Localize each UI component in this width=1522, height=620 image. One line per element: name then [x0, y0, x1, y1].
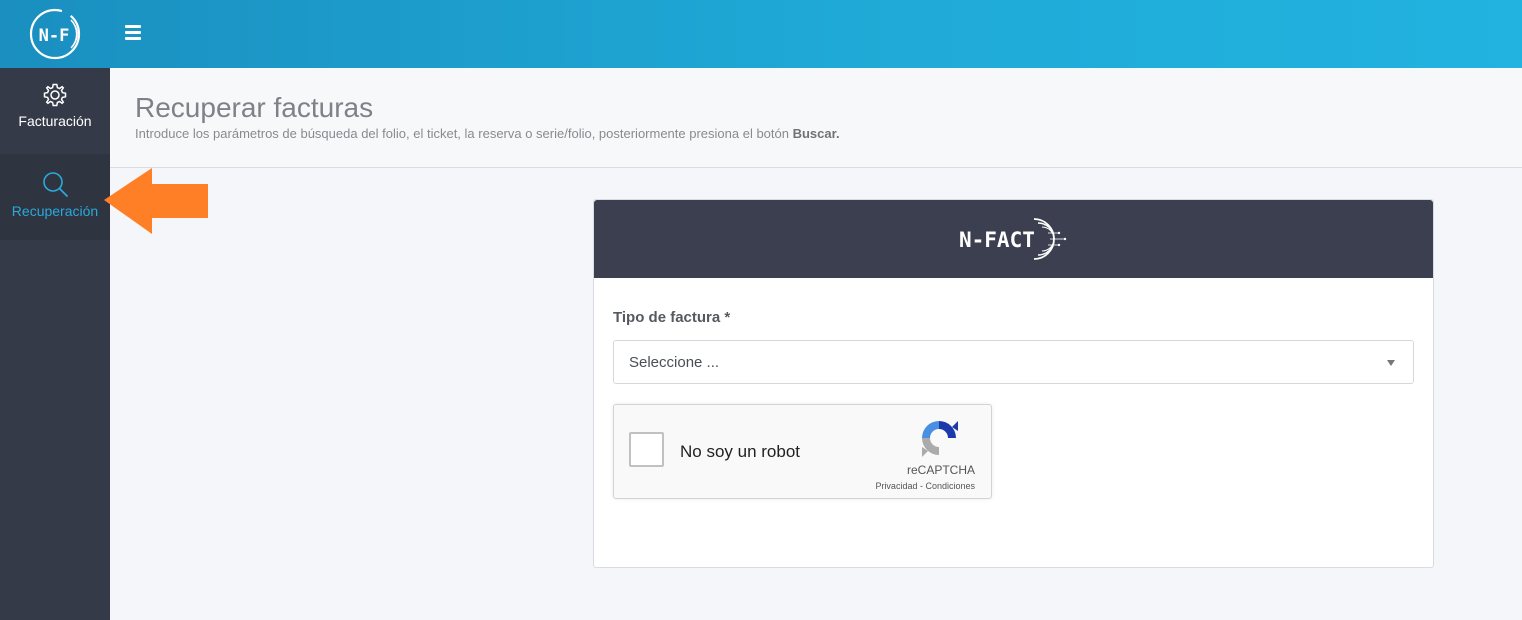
privacy-link[interactable]: Privacidad: [875, 481, 917, 491]
recaptcha-widget: No soy un robot reCAPTCHA Privacidad - C…: [613, 404, 992, 499]
sidebar-item-label: Recuperación: [11, 203, 99, 219]
sidebar: Facturación Recuperación: [0, 68, 110, 620]
invoice-type-label: Tipo de factura *: [613, 309, 731, 326]
recaptcha-checkbox[interactable]: [629, 432, 664, 467]
logo-text: N-F: [39, 26, 70, 46]
menu-toggle-button[interactable]: [125, 20, 149, 44]
left-arrow-icon: [104, 168, 208, 234]
search-card: N-FACT Tipo de factura * Seleccione ... …: [593, 199, 1434, 568]
page-subtitle: Introduce los parámetros de búsqueda del…: [135, 126, 840, 141]
card-header: N-FACT: [594, 200, 1433, 278]
recaptcha-brand: reCAPTCHA: [906, 463, 975, 477]
brand-logo[interactable]: N-F: [0, 0, 110, 68]
subtitle-strong: Buscar.: [792, 126, 840, 141]
nfact-logo-icon: N-FACT: [959, 218, 1066, 260]
select-value: Seleccione ...: [629, 354, 720, 371]
sidebar-item-recuperacion[interactable]: Recuperación: [0, 154, 110, 240]
hamburger-icon: [125, 24, 141, 28]
gear-icon: [43, 83, 67, 107]
sidebar-item-label: Facturación: [18, 113, 92, 129]
nf-logo-icon: N-F: [29, 8, 81, 60]
terms-link[interactable]: Condiciones: [925, 481, 975, 491]
invoice-type-select[interactable]: Seleccione ...: [613, 340, 1414, 384]
recaptcha-label: No soy un robot: [680, 442, 801, 461]
subtitle-text: Introduce los parámetros de búsqueda del…: [135, 126, 793, 141]
search-icon: [43, 172, 68, 197]
top-navbar: N-F: [0, 0, 1522, 68]
sidebar-item-facturacion[interactable]: Facturación: [0, 68, 110, 154]
recaptcha-links: Privacidad - Condiciones: [875, 481, 975, 491]
caret-down-icon: [1387, 360, 1395, 366]
card-logo-text: N-FACT: [959, 228, 1035, 252]
recaptcha-icon: [922, 421, 958, 457]
page-title: Recuperar facturas: [135, 92, 374, 123]
content-header: Recuperar facturas Introduce los parámet…: [110, 68, 1522, 168]
